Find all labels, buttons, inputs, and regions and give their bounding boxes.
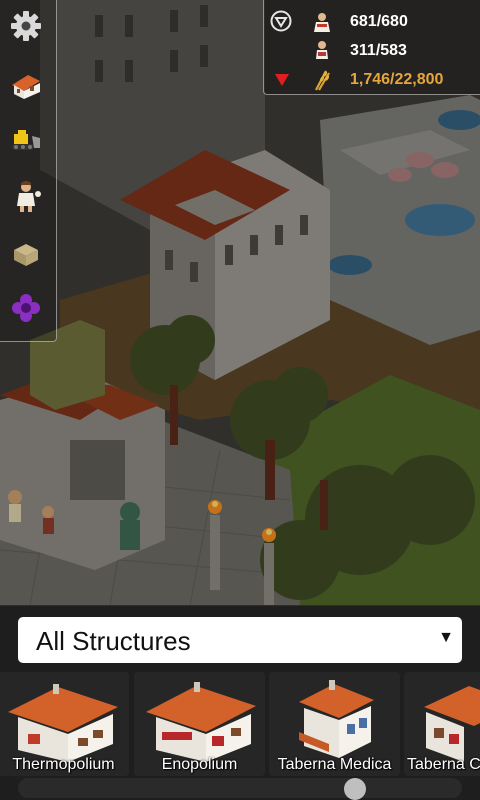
purple-flower-icon bbox=[6, 288, 46, 328]
bulldoze-button[interactable] bbox=[6, 120, 46, 160]
structure-card-taberna-medica[interactable]: Taberna Medica bbox=[269, 672, 400, 776]
house-icon bbox=[6, 63, 46, 103]
structure-card-label: Taberna Medica bbox=[277, 756, 392, 773]
thermopolium-building-icon bbox=[8, 684, 118, 762]
citizens-button[interactable] bbox=[6, 176, 46, 216]
structure-card-taberna-c[interactable]: Taberna C bbox=[404, 672, 480, 776]
taberna-medica-building-icon bbox=[299, 680, 374, 758]
left-toolbar bbox=[0, 0, 57, 342]
structure-card-thermopolium[interactable]: Thermopolium bbox=[0, 672, 129, 776]
taberna-building-icon bbox=[424, 686, 480, 762]
category-dropdown[interactable]: All Structures ▼ bbox=[18, 617, 462, 663]
population-value: 681/680 bbox=[350, 13, 408, 30]
carousel-scrollbar[interactable] bbox=[18, 778, 462, 800]
category-selected-label: All Structures bbox=[36, 626, 191, 656]
wheat-icon bbox=[310, 68, 334, 92]
structure-carousel[interactable]: Thermopolium Enopolium Taberna Medica Ta… bbox=[0, 670, 480, 780]
wheat-row: 1,746/22,800 bbox=[264, 66, 480, 94]
chevron-down-icon: ▼ bbox=[438, 629, 454, 646]
bulldozer-icon bbox=[6, 120, 46, 160]
resource-panel: 681/680 311/583 1,746/22,800 bbox=[263, 0, 480, 95]
worker-icon bbox=[310, 39, 334, 63]
plebeian-icon bbox=[310, 10, 334, 34]
red-down-triangle-icon bbox=[274, 73, 290, 87]
wheat-value: 1,746/22,800 bbox=[350, 71, 444, 88]
religion-button[interactable] bbox=[6, 288, 46, 328]
structure-card-label: Taberna C bbox=[407, 756, 480, 773]
gear-icon bbox=[6, 6, 46, 46]
workers-row: 311/583 bbox=[264, 37, 480, 65]
build-panel: All Structures ▼ Thermopolium Enopolium … bbox=[0, 605, 480, 800]
structure-card-label: Thermopolium bbox=[12, 756, 115, 773]
population-row: 681/680 bbox=[264, 8, 480, 36]
workers-value: 311/583 bbox=[350, 42, 407, 59]
crate-icon bbox=[6, 232, 46, 272]
goods-button[interactable] bbox=[6, 232, 46, 272]
build-button[interactable] bbox=[6, 63, 46, 103]
citizen-icon bbox=[6, 176, 46, 216]
structure-card-label: Enopolium bbox=[161, 756, 238, 773]
scrollbar-thumb[interactable] bbox=[344, 778, 366, 800]
enopolium-building-icon bbox=[146, 682, 256, 762]
settings-button[interactable] bbox=[6, 6, 46, 46]
structure-card-enopolium[interactable]: Enopolium bbox=[134, 672, 265, 776]
